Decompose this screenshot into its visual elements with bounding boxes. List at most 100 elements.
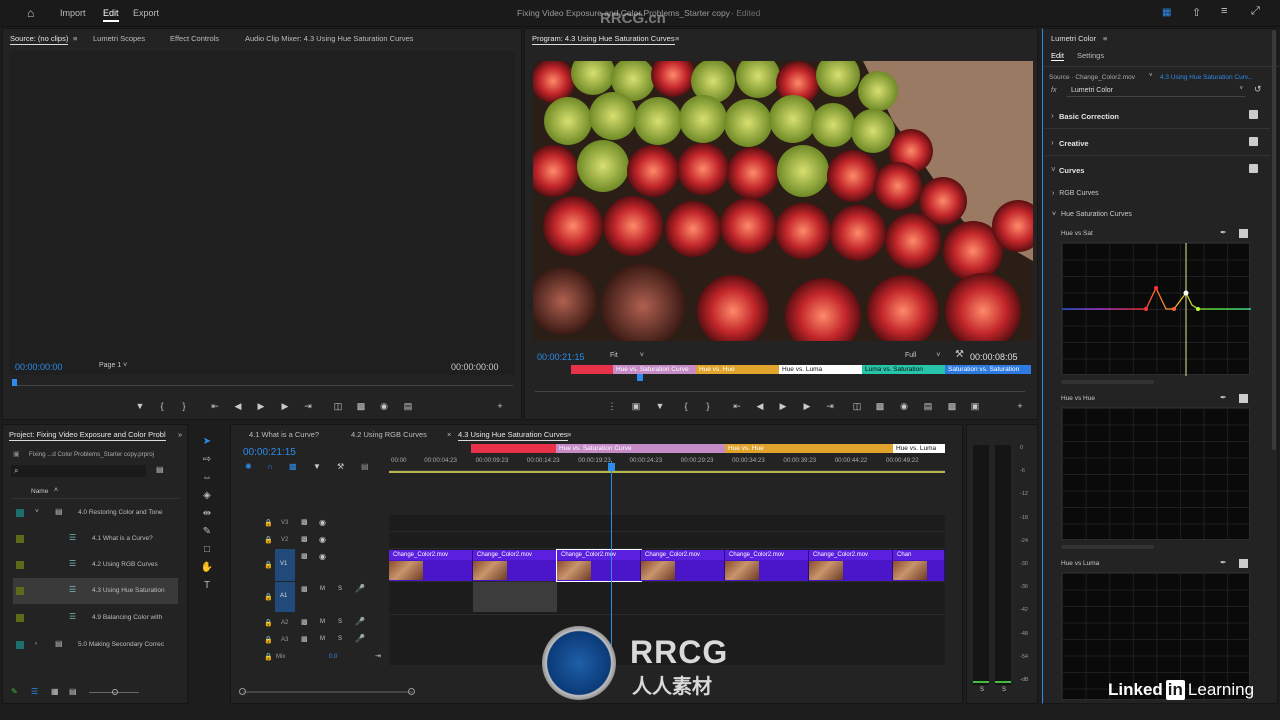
list-view-icon[interactable]: ☰ — [31, 687, 38, 696]
play-icon[interactable]: ▶ — [254, 401, 268, 412]
lumetri-source[interactable]: Source · Change_Color2.mov — [1049, 74, 1135, 81]
nest-icon[interactable]: ✺ — [245, 462, 252, 471]
timeline-marker-hue-hue[interactable]: Hue vs. Hue — [725, 444, 893, 453]
rectangle-icon[interactable]: □ — [200, 544, 214, 555]
rgb-curves-toggle[interactable]: › RGB Curves — [1052, 190, 1099, 197]
vr-icon[interactable]: ▣ — [968, 401, 982, 412]
name-column[interactable]: Name — [31, 488, 48, 495]
nav-edit[interactable]: Edit — [103, 8, 119, 22]
sync-icon[interactable]: ▩ — [301, 535, 308, 543]
track-label[interactable]: A2 — [281, 620, 288, 626]
track-label[interactable]: A1 — [275, 582, 295, 612]
lumetri-tab-edit[interactable]: Edit — [1051, 51, 1064, 61]
track-label[interactable]: A3 — [281, 637, 288, 643]
step-forward-icon[interactable]: ▶ — [278, 401, 292, 412]
timeline-marker-hue-luma[interactable]: Hue vs. Luma — [893, 444, 945, 453]
expand-icon[interactable]: » — [178, 430, 182, 439]
program-title[interactable]: Program: 4.3 Using Hue Saturation Curves — [532, 34, 675, 45]
eye-icon[interactable]: ◉ — [319, 552, 326, 561]
lock-icon[interactable]: 🔒 — [264, 636, 273, 644]
tab-sequence-4-1[interactable]: 4.1 What is a Curve? — [249, 430, 319, 439]
go-to-in-icon[interactable]: ⇤ — [208, 401, 222, 412]
freeform-view-icon[interactable]: ▤ — [69, 687, 77, 696]
pencil-icon[interactable]: ✎ — [11, 687, 18, 696]
timeline-scrollbar[interactable] — [243, 691, 413, 693]
curve-checkbox[interactable] — [1239, 559, 1248, 568]
hue-sat-curves-toggle[interactable]: ˅ Hue Saturation Curves — [1052, 211, 1132, 218]
icon-view-icon[interactable]: ▦ — [51, 687, 59, 696]
type-icon[interactable]: T — [200, 580, 214, 591]
source-ruler[interactable] — [13, 385, 513, 386]
lumetri-tab-settings[interactable]: Settings — [1077, 51, 1104, 60]
program-go-in-icon[interactable]: ⇤ — [730, 401, 744, 412]
video-clip[interactable]: Change_Color2.mov — [389, 550, 473, 581]
linked-selection-icon[interactable]: ▩ — [289, 462, 297, 471]
comparison-icon[interactable]: ▤ — [921, 401, 935, 412]
lock-icon[interactable]: 🔒 — [264, 619, 273, 627]
audio-block[interactable] — [473, 582, 557, 612]
solo-button[interactable]: S — [338, 636, 342, 642]
new-bin-icon[interactable]: ▤ — [156, 465, 164, 474]
safe-margins-icon[interactable]: ▣ — [629, 401, 643, 412]
page-select[interactable]: Page 1 ˅ — [99, 362, 127, 369]
disclosure-icon[interactable]: › — [35, 640, 37, 647]
add-button-icon[interactable]: + — [493, 401, 507, 411]
track-label[interactable]: V1 — [275, 549, 295, 581]
effect-select[interactable]: Lumetri Color ˅ — [1067, 85, 1245, 97]
close-tab-icon[interactable]: × — [447, 430, 451, 439]
list-item[interactable]: ☰ 4.3 Using Hue Saturation — [13, 578, 178, 604]
trim-icon[interactable]: ⋮ — [605, 401, 619, 412]
pen-icon[interactable]: ✎ — [200, 526, 214, 537]
tab-effect-controls[interactable]: Effect Controls — [170, 34, 219, 43]
timeline-settings-icon[interactable]: ⚒ — [337, 462, 344, 471]
source-playhead[interactable] — [12, 379, 17, 386]
section-basic-correction[interactable]: › Basic Correction — [1045, 102, 1270, 129]
menu-icon[interactable]: ≡ — [1221, 5, 1227, 17]
lock-icon[interactable]: 🔒 — [264, 653, 273, 661]
list-item[interactable]: ˅ ▤ 4.0 Restoring Color and Tone — [13, 500, 178, 526]
disclosure-icon[interactable]: ˅ — [35, 508, 39, 515]
lift-icon[interactable]: ◫ — [850, 401, 864, 412]
program-marker-hue-sat[interactable]: Hue vs. Saturation Curve — [613, 365, 696, 374]
solo-button[interactable]: S — [338, 619, 342, 625]
timeline-playhead-handle[interactable] — [608, 463, 615, 471]
program-step-fwd-icon[interactable]: ▶ — [800, 401, 814, 412]
section-curves[interactable]: ˅ Curves — [1045, 156, 1270, 183]
program-step-back-icon[interactable]: ◀ — [753, 401, 767, 412]
program-camera-icon[interactable]: ◉ — [897, 401, 911, 412]
solo-right[interactable]: S — [1002, 687, 1006, 693]
timeline-scroll-left-handle[interactable] — [239, 688, 246, 695]
insert-icon[interactable]: ◫ — [331, 401, 345, 412]
nav-export[interactable]: Export — [133, 8, 159, 18]
sync-icon[interactable]: ▩ — [301, 635, 308, 643]
timeline-marker-red[interactable] — [471, 444, 556, 453]
reset-icon[interactable]: ↺ — [1254, 84, 1262, 95]
video-clip-selected[interactable]: Change_Color2.mov — [556, 549, 642, 582]
lumetri-menu-icon[interactable]: ≡ — [1103, 34, 1107, 43]
video-clip[interactable]: Chan — [893, 550, 945, 581]
mute-button[interactable]: M — [320, 636, 325, 642]
mix-value[interactable]: 0.0 — [329, 654, 337, 660]
eyedropper-icon[interactable]: ✒ — [1220, 393, 1227, 402]
video-clip[interactable]: Change_Color2.mov — [725, 550, 809, 581]
program-video[interactable] — [533, 61, 1033, 341]
hue-sat-scroll[interactable] — [1061, 380, 1154, 384]
tab-source[interactable]: Source: (no clips) — [10, 34, 69, 45]
program-add-icon[interactable]: + — [1013, 401, 1027, 411]
multicam-icon[interactable]: ▩ — [945, 401, 959, 412]
track-label[interactable]: V3 — [281, 520, 288, 526]
eyedropper-icon[interactable]: ✒ — [1220, 558, 1227, 567]
lock-icon[interactable]: 🔒 — [264, 561, 273, 569]
nav-import[interactable]: Import — [60, 8, 86, 18]
timeline-menu-icon[interactable]: ≡ — [567, 430, 571, 439]
fullscreen-icon[interactable]: ⤢ — [1251, 5, 1260, 18]
curve-checkbox[interactable] — [1239, 394, 1248, 403]
snap-icon[interactable]: ∩ — [267, 462, 273, 471]
program-marker-sat-sat[interactable]: Saturation vs. Saturation — [945, 365, 1031, 374]
program-menu-icon[interactable]: ≡ — [675, 34, 679, 43]
list-item[interactable]: ☰ 4.2 Using RGB Curves — [13, 552, 178, 578]
program-go-out-icon[interactable]: ⇥ — [823, 401, 837, 412]
step-back-icon[interactable]: ◀ — [231, 401, 245, 412]
workspaces-icon[interactable]: ▦ — [1162, 7, 1171, 18]
hue-vs-hue-curve[interactable] — [1061, 407, 1251, 540]
